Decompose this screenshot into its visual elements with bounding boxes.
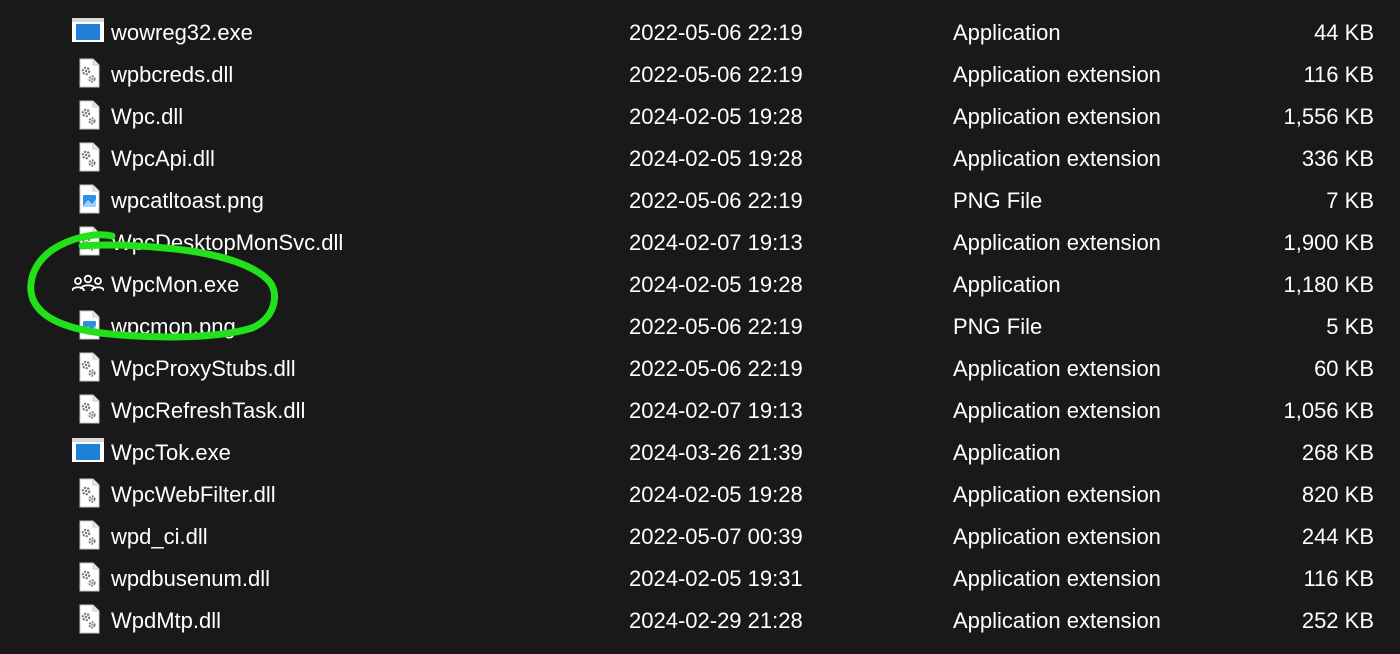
file-date-modified: 2024-03-26 21:39	[629, 440, 803, 465]
file-row-wpcproxystubs-dll[interactable]: WpcProxyStubs.dll 2022-05-06 22:19 Applica…	[0, 347, 1400, 389]
file-name: WpcProxyStubs.dll	[111, 356, 296, 381]
file-row-wpctok-exe[interactable]: WpcTok.exe 2024-03-26 21:39 Application 268…	[0, 431, 1400, 473]
file-date-modified: 2022-05-06 22:19	[629, 20, 803, 45]
file-name: wpcmon.png	[111, 314, 236, 339]
file-date-modified: 2024-02-05 19:28	[629, 482, 803, 507]
file-type: Application extension	[953, 482, 1161, 507]
file-date-modified: 2024-02-05 19:28	[629, 104, 803, 129]
file-name: WpcTok.exe	[111, 440, 231, 465]
png-image-file-icon	[72, 184, 104, 214]
file-type: Application extension	[953, 104, 1161, 129]
file-list-view: wowreg32.exe 2022-05-06 22:19 Application 4…	[0, 0, 1400, 654]
file-type: Application extension	[953, 62, 1161, 87]
file-size: 1,180 KB	[1283, 272, 1374, 297]
file-name: WpcWebFilter.dll	[111, 482, 276, 507]
file-type: PNG File	[953, 314, 1043, 339]
file-name: wpcatltoast.png	[111, 188, 264, 213]
file-name: wpbcreds.dll	[111, 62, 234, 87]
file-type: Application extension	[953, 230, 1161, 255]
dll-gear-file-icon	[72, 478, 104, 508]
dll-gear-file-icon	[72, 58, 104, 88]
file-name: WpcApi.dll	[111, 146, 215, 171]
dll-gear-file-icon	[72, 520, 104, 550]
file-date-modified: 2024-02-05 19:28	[629, 146, 803, 171]
file-size: 268 KB	[1301, 440, 1374, 465]
file-type: Application	[953, 440, 1061, 465]
file-name: wowreg32.exe	[111, 20, 253, 45]
file-size: 820 KB	[1301, 482, 1374, 507]
file-size: 116 KB	[1303, 62, 1374, 87]
file-date-modified: 2022-05-06 22:19	[629, 356, 803, 381]
dll-gear-file-icon	[72, 562, 104, 592]
dll-gear-file-icon	[72, 394, 104, 424]
file-row-wowreg32-exe[interactable]: wowreg32.exe 2022-05-06 22:19 Application 4…	[0, 11, 1400, 53]
file-row-wpdmtp-dll[interactable]: WpdMtp.dll 2024-02-29 21:28 Application ex…	[0, 599, 1400, 641]
file-row-wpcwebfilter-dll[interactable]: WpcWebFilter.dll 2024-02-05 19:28 Applicat…	[0, 473, 1400, 515]
family-people-icon	[71, 268, 105, 298]
file-date-modified: 2022-05-06 22:19	[629, 314, 803, 339]
file-row-wpcatltoast-png[interactable]: wpcatltoast.png 2022-05-06 22:19 PNG File 7…	[0, 179, 1400, 221]
file-size: 252 KB	[1301, 608, 1374, 633]
file-type: Application extension	[953, 146, 1161, 171]
file-type: Application	[953, 272, 1061, 297]
file-row-wpd-ci-dll[interactable]: wpd_ci.dll 2022-05-07 00:39 Application ex…	[0, 515, 1400, 557]
dll-gear-file-icon	[72, 226, 104, 256]
png-image-file-icon	[72, 310, 104, 340]
file-type: Application extension	[953, 398, 1161, 423]
dll-gear-file-icon	[72, 142, 104, 172]
file-size: 5 KB	[1326, 314, 1374, 339]
file-date-modified: 2022-05-07 00:39	[629, 524, 803, 549]
file-type: Application extension	[953, 524, 1161, 549]
file-type: Application extension	[953, 356, 1161, 381]
file-name: WpdMtp.dll	[111, 608, 222, 633]
file-row-wpcmon-exe[interactable]: WpcMon.exe 2024-02-05 19:28 Application 1,1…	[0, 263, 1400, 305]
dll-gear-file-icon	[72, 352, 104, 382]
file-row-wpdbusenum-dll[interactable]: wpdbusenum.dll 2024-02-05 19:31 Applicatio…	[0, 557, 1400, 599]
file-size: 336 KB	[1301, 146, 1374, 171]
file-type: PNG File	[953, 188, 1043, 213]
file-name: WpcDesktopMonSvc.dll	[111, 230, 344, 255]
file-name: WpcRefreshTask.dll	[111, 398, 306, 423]
file-size: 7 KB	[1326, 188, 1374, 213]
file-date-modified: 2022-05-06 22:19	[629, 62, 803, 87]
file-row-wpbcreds-dll[interactable]: wpbcreds.dll 2022-05-06 22:19 Application …	[0, 53, 1400, 95]
file-date-modified: 2024-02-05 19:31	[629, 566, 803, 591]
file-type: Application extension	[953, 566, 1161, 591]
file-size: 44 KB	[1314, 20, 1374, 45]
file-row-wpcdesktopmonsvc-dll[interactable]: WpcDesktopMonSvc.dll 2024-02-07 19:13 Appl…	[0, 221, 1400, 263]
file-row-wpcmon-png[interactable]: wpcmon.png 2022-05-06 22:19 PNG File 5 KB	[0, 305, 1400, 347]
file-row-wpcapi-dll[interactable]: WpcApi.dll 2024-02-05 19:28 Application ex…	[0, 137, 1400, 179]
file-date-modified: 2022-05-06 22:19	[629, 188, 803, 213]
file-row-wpcrefreshtask-dll[interactable]: WpcRefreshTask.dll 2024-02-07 19:13 Applic…	[0, 389, 1400, 431]
dll-gear-file-icon	[72, 604, 104, 634]
file-type: Application extension	[953, 608, 1161, 633]
file-size: 1,556 KB	[1283, 104, 1374, 129]
file-date-modified: 2024-02-05 19:28	[629, 272, 803, 297]
table-row-partial-top[interactable]	[0, 0, 1400, 11]
file-type: Application	[953, 20, 1061, 45]
file-size: 1,900 KB	[1283, 230, 1374, 255]
file-size: 116 KB	[1303, 566, 1374, 591]
file-name: wpd_ci.dll	[111, 524, 208, 549]
file-name: WpcMon.exe	[111, 272, 240, 297]
file-date-modified: 2024-02-29 21:28	[629, 608, 803, 633]
dll-gear-file-icon	[72, 100, 104, 130]
file-size: 244 KB	[1301, 524, 1374, 549]
file-date-modified: 2024-02-07 19:13	[629, 398, 803, 423]
file-size: 1,056 KB	[1283, 398, 1374, 423]
file-rows: wowreg32.exe 2022-05-06 22:19 Application 4…	[0, 11, 1400, 641]
file-date-modified: 2024-02-07 19:13	[629, 230, 803, 255]
file-name: Wpc.dll	[111, 104, 184, 129]
file-size: 60 KB	[1314, 356, 1374, 381]
application-window-icon	[72, 436, 104, 466]
application-window-icon	[72, 16, 104, 46]
file-row-wpc-dll[interactable]: Wpc.dll 2024-02-05 19:28 Application exten…	[0, 95, 1400, 137]
file-name: wpdbusenum.dll	[111, 566, 270, 591]
